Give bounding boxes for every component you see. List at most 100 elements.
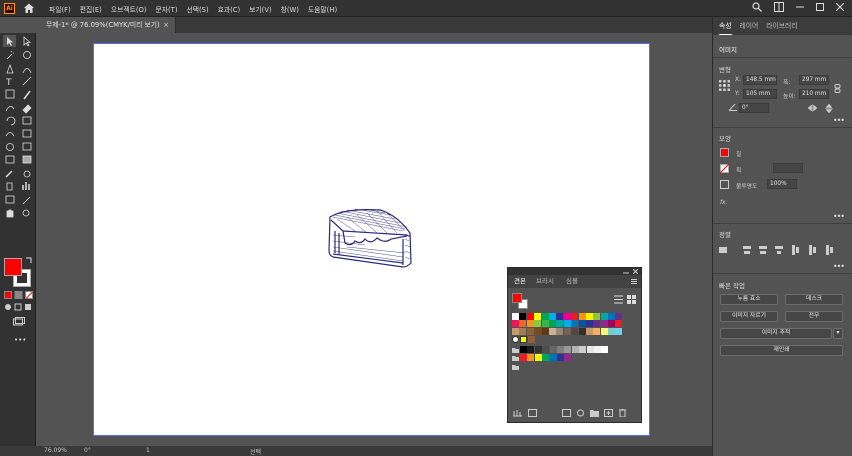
gray-swatch[interactable] <box>520 346 527 353</box>
blend-tool-icon[interactable] <box>23 170 31 178</box>
selection-tool-icon[interactable] <box>3 35 16 47</box>
color-swatch[interactable] <box>615 327 623 335</box>
color-swatch[interactable] <box>571 313 579 320</box>
quick-action-2[interactable]: 데스크 <box>785 294 843 305</box>
gray-swatch[interactable] <box>601 346 609 353</box>
color-swatch[interactable] <box>593 320 601 328</box>
document-tab[interactable]: 무제-1* @ 76.09%(CMYK/미리 보기) × <box>36 17 176 33</box>
color-swatch[interactable] <box>541 320 549 328</box>
free-transform-icon[interactable] <box>22 129 32 138</box>
stroke-weight-field[interactable] <box>773 163 803 173</box>
gray-swatch[interactable] <box>564 346 572 353</box>
eraser-icon[interactable] <box>22 104 32 114</box>
color-swatch[interactable] <box>563 313 571 320</box>
new-group-icon[interactable] <box>590 409 599 417</box>
perspective-grid-icon[interactable] <box>22 142 32 151</box>
toolbar-more[interactable]: ••• <box>14 336 26 344</box>
menu-edit[interactable]: 편집(E) <box>80 4 102 14</box>
eyedropper-icon[interactable] <box>5 170 13 178</box>
menu-select[interactable]: 선택(S) <box>186 4 208 14</box>
gray-swatch[interactable] <box>571 346 579 353</box>
gray-swatch[interactable] <box>549 346 557 353</box>
color-swatch[interactable] <box>578 320 586 328</box>
color-swatch[interactable] <box>600 327 608 335</box>
delete-swatch-icon[interactable] <box>618 409 627 417</box>
canvas-area[interactable]: 견본 브러시 심볼 <box>36 33 712 446</box>
swatch-options-icon[interactable] <box>562 409 571 417</box>
color-swatch[interactable] <box>600 313 608 320</box>
color-swatch[interactable] <box>548 320 556 328</box>
menu-window[interactable]: 창(W) <box>281 4 299 14</box>
fill-swatch[interactable] <box>720 148 729 157</box>
color-swatch[interactable] <box>548 313 556 320</box>
line-tool-icon[interactable] <box>22 76 32 86</box>
bright-swatch[interactable] <box>542 354 550 361</box>
bright-swatch[interactable] <box>556 354 564 361</box>
paintbrush-icon[interactable] <box>23 90 31 100</box>
color-swatch[interactable] <box>526 313 534 320</box>
color-swatch[interactable] <box>534 320 542 328</box>
opacity-field[interactable]: 100% <box>767 179 797 189</box>
tab-layers[interactable]: 레이어 <box>740 17 759 35</box>
folder-icon-3[interactable] <box>512 364 519 370</box>
color-mode-icons[interactable] <box>4 291 34 299</box>
crop-image-button[interactable]: 이미지 자르기 <box>720 311 778 322</box>
align-more[interactable]: ••• <box>833 262 845 271</box>
reference-point-icon[interactable] <box>719 80 730 91</box>
menu-view[interactable]: 보기(V) <box>249 4 271 14</box>
color-swatch[interactable] <box>541 313 549 320</box>
gray-swatch[interactable] <box>579 346 587 353</box>
menu-effect[interactable]: 효과(C) <box>218 4 241 14</box>
panel-collapse-icon[interactable] <box>623 269 629 274</box>
direct-selection-tool-icon[interactable] <box>23 36 32 47</box>
color-swatch[interactable] <box>585 320 593 328</box>
mesh-tool-icon[interactable] <box>5 155 15 164</box>
color-swatch[interactable] <box>519 313 527 320</box>
shaper-tool-icon[interactable] <box>5 106 15 112</box>
tab-properties[interactable]: 속성 <box>719 17 732 35</box>
color-swatch[interactable] <box>571 320 579 328</box>
color-group-icon[interactable] <box>576 409 585 417</box>
link-proportions-icon[interactable] <box>834 84 841 93</box>
curvature-tool-icon[interactable] <box>22 68 32 74</box>
list-view-icon[interactable] <box>614 295 623 304</box>
magic-wand-icon[interactable] <box>6 50 14 60</box>
color-swatch[interactable] <box>563 327 571 335</box>
image-trace-button[interactable]: 이미지 추적 <box>720 328 832 339</box>
close-icon[interactable] <box>836 3 844 11</box>
search-icon[interactable] <box>752 2 762 12</box>
color-swatch[interactable] <box>608 320 616 328</box>
gray-swatch[interactable] <box>556 346 564 353</box>
menu-file[interactable]: 파일(F) <box>49 4 71 14</box>
swatch-libraries-icon[interactable] <box>513 409 522 417</box>
color-swatch[interactable] <box>519 327 527 335</box>
height-field[interactable]: 210 mm <box>799 89 829 99</box>
color-swatch[interactable] <box>608 313 616 320</box>
fx-label[interactable]: fx. <box>720 200 727 206</box>
color-swatch[interactable] <box>608 327 616 335</box>
gray-swatch[interactable] <box>593 346 601 353</box>
swatch-grid-brights[interactable] <box>520 354 572 361</box>
rotate-view[interactable]: 0° <box>84 447 91 454</box>
color-swatch[interactable] <box>585 313 593 320</box>
color-swatch[interactable] <box>534 313 542 320</box>
swatch-grid-primary[interactable] <box>512 313 623 335</box>
screen-mode-icon[interactable] <box>13 317 25 326</box>
menu-help[interactable]: 도움말(H) <box>308 4 337 14</box>
flip-horizontal-icon[interactable] <box>808 104 817 112</box>
panel-menu-icon[interactable] <box>631 279 637 284</box>
workspace-icon[interactable] <box>774 2 784 12</box>
quick-action-4[interactable]: 전무 <box>785 311 843 322</box>
bright-swatch[interactable] <box>549 354 557 361</box>
color-swatch[interactable] <box>526 327 534 335</box>
folder-icon[interactable] <box>512 347 519 353</box>
appearance-more[interactable]: ••• <box>833 212 845 221</box>
show-kinds-icon[interactable] <box>528 409 537 417</box>
bright-swatch[interactable] <box>564 354 572 361</box>
maximize-icon[interactable] <box>816 3 824 11</box>
transform-more[interactable]: ••• <box>833 116 845 125</box>
color-swatch[interactable] <box>548 327 556 335</box>
tab-libraries[interactable]: 라이브러리 <box>766 17 797 35</box>
stroke-swatch[interactable] <box>720 164 729 173</box>
gray-swatch[interactable] <box>534 346 542 353</box>
